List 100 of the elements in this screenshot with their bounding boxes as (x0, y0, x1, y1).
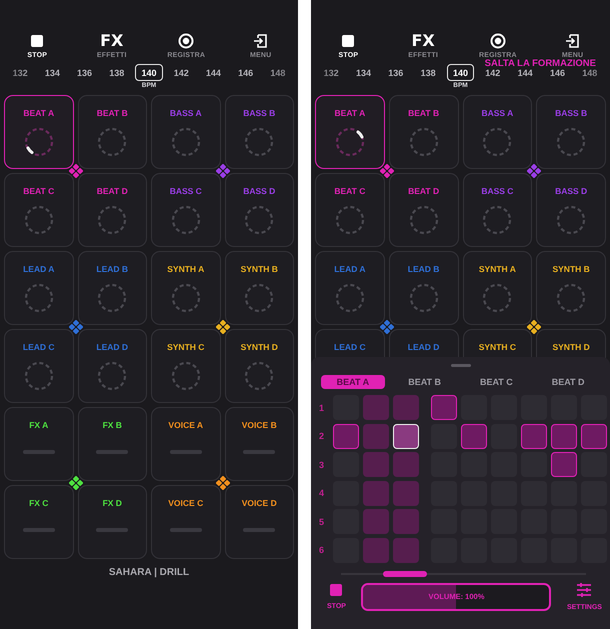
bpm-option[interactable]: 132 (6, 64, 34, 81)
sound-pad[interactable]: BEAT A (315, 95, 385, 169)
sound-pad[interactable]: LEAD D (78, 329, 147, 403)
dashed-ring-icon (556, 283, 586, 313)
step-cell[interactable] (551, 424, 577, 448)
dashed-ring-icon (482, 205, 512, 235)
step-cell[interactable] (363, 395, 389, 420)
sound-pad[interactable]: BEAT C (315, 173, 385, 247)
bpm-option[interactable]: 138 (103, 64, 130, 81)
bpm-option[interactable]: 132 (318, 64, 345, 81)
dashed-ring-icon (97, 283, 128, 313)
dashed-ring-icon (170, 205, 201, 235)
bpm-option[interactable]: 140 (446, 64, 474, 81)
dashed-ring-icon (97, 127, 128, 157)
step-cell[interactable] (581, 424, 607, 448)
bpm-option[interactable]: 134 (38, 64, 66, 81)
sound-pad[interactable]: BEAT B (388, 95, 458, 169)
pattern-tab[interactable]: BEAT A (321, 375, 385, 389)
sound-pad[interactable]: SYNTH B (536, 251, 606, 325)
dashed-ring-icon (408, 283, 439, 313)
progress-ring-icon (334, 127, 365, 157)
sound-pad[interactable]: SYNTH B (224, 251, 294, 325)
bpm-option[interactable]: 144 (200, 64, 227, 81)
drag-handle[interactable] (450, 364, 470, 367)
sound-pad[interactable]: BASS D (536, 173, 606, 247)
step-cell[interactable] (333, 424, 359, 448)
step-cell[interactable] (363, 424, 389, 448)
sound-pad[interactable]: BASS B (536, 95, 606, 169)
sound-pad[interactable]: FX C (4, 485, 74, 559)
sound-pad[interactable]: SYNTH D (224, 329, 294, 403)
sound-pad[interactable]: BEAT B (78, 95, 147, 169)
step-cell[interactable] (363, 480, 389, 506)
bpm-option[interactable]: 138 (414, 64, 442, 81)
dashed-ring-icon (97, 205, 128, 235)
sound-pad[interactable]: FX B (78, 407, 147, 481)
row-number: 4 (319, 488, 326, 498)
step-cell[interactable] (393, 452, 419, 477)
step-cell[interactable] (363, 509, 389, 534)
bpm-option[interactable]: 148 (264, 64, 292, 81)
dashed-ring-icon (170, 361, 201, 391)
step-cell[interactable] (393, 509, 419, 534)
sound-pad[interactable]: BASS A (151, 95, 220, 169)
sound-pad[interactable]: LEAD A (4, 251, 74, 325)
sound-pad[interactable]: SYNTH A (462, 251, 532, 325)
sound-pad[interactable]: LEAD C (4, 329, 74, 403)
dashed-ring-icon (334, 283, 365, 313)
dashed-ring-icon (24, 205, 54, 235)
sound-pad[interactable]: BASS C (462, 173, 532, 247)
sound-pad[interactable]: VOICE C (151, 485, 220, 559)
dashed-ring-icon (334, 205, 365, 235)
dashed-ring-icon (244, 283, 274, 313)
scrollbar-thumb[interactable] (383, 570, 427, 576)
step-cell[interactable] (521, 424, 547, 448)
dashed-ring-icon (24, 361, 54, 391)
sound-pad[interactable]: BEAT D (78, 173, 147, 247)
sound-pad[interactable]: BEAT A (4, 95, 74, 169)
dashed-ring-icon (170, 127, 201, 157)
sound-pad[interactable]: LEAD B (388, 251, 458, 325)
step-cell[interactable] (431, 395, 457, 420)
sound-pad[interactable]: VOICE A (151, 407, 220, 481)
bpm-option[interactable]: 142 (168, 64, 195, 81)
dashed-ring-icon (482, 283, 512, 313)
bpm-option[interactable]: 134 (350, 64, 377, 81)
dashed-ring-icon (244, 205, 274, 235)
row-number: 1 (319, 402, 326, 412)
bpm-option[interactable]: 136 (382, 64, 410, 81)
step-cell[interactable] (551, 452, 577, 477)
step-cell[interactable] (363, 538, 389, 562)
pattern-tab[interactable]: BEAT B (392, 375, 456, 389)
step-cell[interactable] (461, 424, 487, 448)
sound-pad[interactable]: BASS D (224, 173, 294, 247)
sound-pad[interactable]: BASS C (151, 173, 220, 247)
pattern-tab[interactable]: BEAT D (536, 375, 600, 389)
preset-title: SAHARA | DRILL (108, 567, 190, 578)
step-cell[interactable] (393, 538, 419, 562)
sound-pad[interactable]: BASS B (224, 95, 294, 169)
sound-pad[interactable]: BASS A (462, 95, 532, 169)
bpm-option[interactable]: 140 (135, 64, 162, 81)
sound-pad[interactable]: VOICE B (224, 407, 294, 481)
sound-pad[interactable]: LEAD B (78, 251, 147, 325)
step-cell[interactable] (393, 395, 419, 420)
step-cell[interactable] (393, 480, 419, 506)
progress-ring-icon (24, 127, 54, 157)
stop-icon (31, 35, 44, 47)
sound-pad[interactable]: SYNTH C (151, 329, 220, 403)
sound-pad[interactable]: LEAD A (315, 251, 385, 325)
dashed-ring-icon (170, 283, 201, 313)
bpm-option[interactable]: 136 (71, 64, 98, 81)
sound-pad[interactable]: FX D (78, 485, 147, 559)
pattern-tab[interactable]: BEAT C (464, 375, 528, 389)
bpm-option[interactable]: 146 (232, 64, 260, 81)
sound-pad[interactable]: BEAT D (388, 173, 458, 247)
sound-pad[interactable]: FX A (4, 407, 74, 481)
sound-pad[interactable]: BEAT C (4, 173, 74, 247)
step-cell[interactable] (363, 452, 389, 477)
row-number: 6 (319, 545, 326, 555)
dashed-ring-icon (482, 127, 512, 157)
sound-pad[interactable]: SYNTH A (151, 251, 220, 325)
sound-pad[interactable]: VOICE D (224, 485, 294, 559)
dashed-ring-icon (97, 361, 128, 391)
